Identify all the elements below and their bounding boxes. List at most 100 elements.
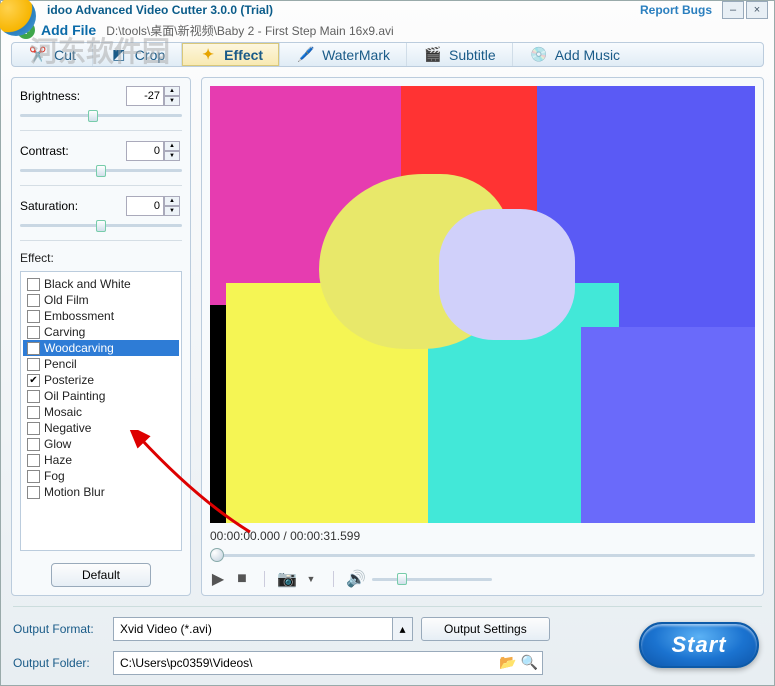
effect-side-panel: Brightness: ▲▼ Contrast: ▲▼ xyxy=(11,77,191,596)
minimize-button[interactable]: – xyxy=(722,1,744,19)
volume-slider[interactable] xyxy=(372,578,492,581)
checkbox-icon[interactable] xyxy=(27,422,40,435)
spin-up-icon[interactable]: ▲ xyxy=(164,141,180,151)
effect-item[interactable]: Old Film xyxy=(23,292,179,308)
output-folder-field[interactable]: C:\Users\pc0359\Videos\ 📂 🔍 xyxy=(113,651,543,675)
addfile-bar: + Add File D:\tools\桌面\新视频\Baby 2 - Firs… xyxy=(1,19,774,42)
tab-effect[interactable]: ✦ Effect xyxy=(182,43,280,67)
snapshot-button[interactable]: 📷 xyxy=(279,571,295,587)
effect-item[interactable]: Pencil xyxy=(23,356,179,372)
start-button[interactable]: Start xyxy=(639,622,759,668)
effect-item-label: Fog xyxy=(44,469,65,483)
effect-item-label: Posterize xyxy=(44,373,94,387)
tab-watermark[interactable]: 🖊️ WaterMark xyxy=(280,43,407,67)
effect-item-label: Negative xyxy=(44,421,91,435)
app-window: idoo Advanced Video Cutter 3.0.0 (Trial)… xyxy=(0,0,775,686)
contrast-input[interactable] xyxy=(126,141,164,161)
titlebar: idoo Advanced Video Cutter 3.0.0 (Trial)… xyxy=(1,1,774,19)
brightness-slider[interactable] xyxy=(20,108,182,122)
window-title: idoo Advanced Video Cutter 3.0.0 (Trial) xyxy=(47,3,273,17)
effect-list[interactable]: Black and White Old Film EmbossmentCarving… xyxy=(20,271,182,551)
music-icon: 💿 xyxy=(529,46,549,64)
brightness-control: Brightness: ▲▼ xyxy=(20,86,182,135)
effect-item[interactable]: Mosaic xyxy=(23,404,179,420)
checkbox-icon[interactable] xyxy=(27,486,40,499)
effect-item[interactable]: Embossment xyxy=(23,308,179,324)
tab-effect-label: Effect xyxy=(224,47,263,63)
play-button[interactable]: ▶ xyxy=(210,571,226,587)
spin-up-icon[interactable]: ▲ xyxy=(164,86,180,96)
effect-item-label: Pencil xyxy=(44,357,77,371)
folder-open-icon[interactable]: 📂 xyxy=(499,654,516,671)
effect-item-label: Glow xyxy=(44,437,71,451)
effect-item-label: Old Film xyxy=(44,293,89,307)
saturation-slider[interactable] xyxy=(20,218,182,232)
effect-item-label: Oil Painting xyxy=(44,389,105,403)
tab-subtitle-label: Subtitle xyxy=(449,47,496,63)
report-bugs-link[interactable]: Report Bugs xyxy=(640,3,712,17)
checkbox-icon[interactable] xyxy=(27,470,40,483)
effect-item[interactable]: Haze xyxy=(23,452,179,468)
sparkle-icon: ✦ xyxy=(198,46,218,64)
brightness-input[interactable] xyxy=(126,86,164,106)
brightness-stepper[interactable]: ▲▼ xyxy=(126,86,182,106)
main-area: Brightness: ▲▼ Contrast: ▲▼ xyxy=(1,67,774,606)
saturation-stepper[interactable]: ▲▼ xyxy=(126,196,182,216)
effect-item[interactable]: Black and White xyxy=(23,276,179,292)
tab-toolbar: ✂️ Cut ◩ Crop ✦ Effect 🖊️ WaterMark 🎬 Su… xyxy=(11,42,764,68)
spin-down-icon[interactable]: ▼ xyxy=(164,151,180,161)
effect-item[interactable]: Fog xyxy=(23,468,179,484)
tab-addmusic[interactable]: 💿 Add Music xyxy=(513,43,636,67)
output-settings-button[interactable]: Output Settings xyxy=(421,617,550,641)
effect-item-label: Woodcarving xyxy=(44,341,114,355)
checkbox-icon[interactable] xyxy=(27,310,40,323)
effect-item-label: Mosaic xyxy=(44,405,82,419)
effect-list-label: Effect: xyxy=(20,251,182,265)
tab-cut-label: Cut xyxy=(54,47,76,63)
tab-subtitle[interactable]: 🎬 Subtitle xyxy=(407,43,513,67)
checkbox-icon[interactable] xyxy=(27,294,40,307)
contrast-label: Contrast: xyxy=(20,144,69,158)
file-path: D:\tools\桌面\新视频\Baby 2 - First Step Main… xyxy=(106,22,393,39)
checkbox-icon[interactable] xyxy=(27,438,40,451)
volume-icon[interactable]: 🔊 xyxy=(348,571,364,587)
effect-item-label: Embossment xyxy=(44,309,114,323)
timeline-scrubber[interactable] xyxy=(210,547,755,563)
stop-button[interactable]: ■ xyxy=(234,571,250,587)
checkbox-icon[interactable] xyxy=(27,278,40,291)
contrast-slider[interactable] xyxy=(20,163,182,177)
effect-item[interactable]: Carving xyxy=(23,324,179,340)
tab-cut[interactable]: ✂️ Cut xyxy=(12,43,93,67)
output-format-combo[interactable]: Xvid Video (*.avi) ▴ xyxy=(113,617,413,641)
spin-up-icon[interactable]: ▲ xyxy=(164,196,180,206)
checkbox-icon[interactable]: ✔ xyxy=(27,374,40,387)
scissors-icon: ✂️ xyxy=(28,46,48,64)
default-button[interactable]: Default xyxy=(51,563,151,587)
chevron-down-icon[interactable]: ▼ xyxy=(303,571,319,587)
effect-item-label: Black and White xyxy=(44,277,131,291)
checkbox-icon[interactable] xyxy=(27,326,40,339)
effect-item-label: Motion Blur xyxy=(44,485,105,499)
checkbox-icon[interactable] xyxy=(27,406,40,419)
checkbox-icon[interactable] xyxy=(27,390,40,403)
saturation-input[interactable] xyxy=(126,196,164,216)
playback-controls: ▶ ■ 📷 ▼ 🔊 xyxy=(210,571,755,587)
checkbox-icon[interactable] xyxy=(27,342,40,355)
effect-item-label: Haze xyxy=(44,453,72,467)
checkbox-icon[interactable] xyxy=(27,454,40,467)
chevron-up-icon[interactable]: ▴ xyxy=(392,618,412,640)
close-button[interactable]: × xyxy=(746,1,768,19)
effect-item[interactable]: Negative xyxy=(23,420,179,436)
effect-item[interactable]: Motion Blur xyxy=(23,484,179,500)
contrast-control: Contrast: ▲▼ xyxy=(20,141,182,190)
tab-crop[interactable]: ◩ Crop xyxy=(93,43,182,67)
spin-down-icon[interactable]: ▼ xyxy=(164,96,180,106)
search-icon[interactable]: 🔍 xyxy=(521,654,538,671)
effect-item[interactable]: ✔ Posterize xyxy=(23,372,179,388)
spin-down-icon[interactable]: ▼ xyxy=(164,206,180,216)
contrast-stepper[interactable]: ▲▼ xyxy=(126,141,182,161)
effect-item[interactable]: Glow xyxy=(23,436,179,452)
checkbox-icon[interactable] xyxy=(27,358,40,371)
effect-item[interactable]: Woodcarving xyxy=(23,340,179,356)
effect-item[interactable]: Oil Painting xyxy=(23,388,179,404)
